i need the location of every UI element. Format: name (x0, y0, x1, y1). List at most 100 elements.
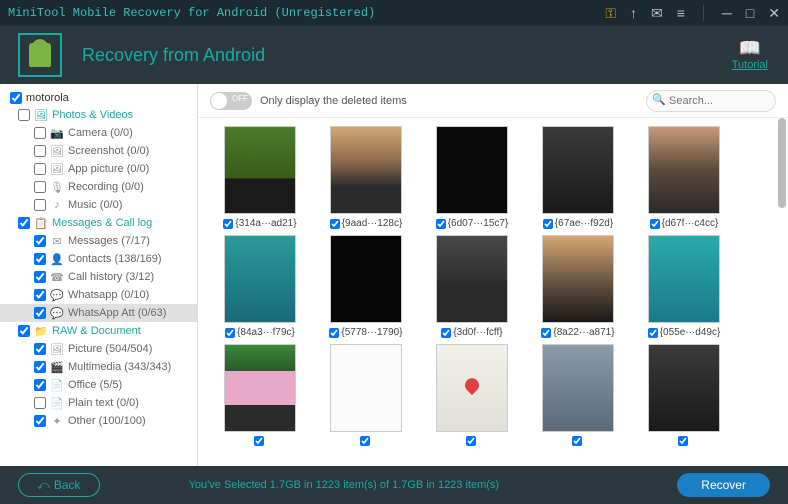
thumbnail-item[interactable]: {314a···ad21} (210, 126, 310, 229)
maximize-icon[interactable]: □ (746, 5, 754, 21)
tree-item[interactable]: 📁RAW & Document (0, 322, 197, 340)
thumbnail-item[interactable] (634, 344, 734, 446)
tree-checkbox[interactable] (34, 307, 46, 319)
thumbnail-image[interactable] (330, 344, 402, 432)
recover-button[interactable]: Recover (677, 473, 770, 497)
thumbnail-image[interactable] (224, 344, 296, 432)
tree-checkbox[interactable] (34, 163, 46, 175)
back-arrow-icon: ⤺ (37, 478, 50, 493)
thumbnail-checkbox[interactable] (441, 328, 451, 338)
tree-checkbox[interactable] (34, 199, 46, 211)
thumbnail-checkbox[interactable] (572, 436, 582, 446)
tree-checkbox[interactable] (10, 92, 22, 104)
tree-checkbox[interactable] (34, 379, 46, 391)
tree-checkbox[interactable] (34, 343, 46, 355)
thumbnail-item[interactable]: {8a22···a871} (528, 235, 628, 338)
tree-item[interactable]: 🖼Picture (504/504) (0, 340, 197, 358)
thumbnail-image[interactable] (542, 344, 614, 432)
tree-item[interactable]: ☎Call history (3/12) (0, 268, 197, 286)
tree-checkbox[interactable] (18, 325, 30, 337)
content: motorola🖼Photos & Videos📷Camera (0/0)🖼Sc… (0, 84, 788, 466)
thumbnail-item[interactable]: {5778···1790} (316, 235, 416, 338)
tree-item[interactable]: 💬Whatsapp (0/10) (0, 286, 197, 304)
tree-checkbox[interactable] (34, 415, 46, 427)
thumbnail-image[interactable] (648, 235, 720, 323)
tree-checkbox[interactable] (18, 217, 30, 229)
thumbnail-item[interactable]: {6d07···15c7} (422, 126, 522, 229)
tree-item[interactable]: 👤Contacts (138/169) (0, 250, 197, 268)
tree-item[interactable]: 🖼App picture (0/0) (0, 160, 197, 178)
thumbnail-checkbox[interactable] (225, 328, 235, 338)
search-input[interactable] (646, 90, 776, 112)
tree-checkbox[interactable] (34, 145, 46, 157)
tree-checkbox[interactable] (34, 181, 46, 193)
tree-checkbox[interactable] (18, 109, 30, 121)
minimize-icon[interactable]: ─ (722, 5, 732, 21)
thumbnail-image[interactable] (224, 235, 296, 323)
thumbnail-checkbox[interactable] (436, 219, 446, 229)
thumbnail-item[interactable]: {055e···d49c} (634, 235, 734, 338)
tree-checkbox[interactable] (34, 397, 46, 409)
thumbnail-item[interactable]: {67ae···f92d} (528, 126, 628, 229)
tree-checkbox[interactable] (34, 127, 46, 139)
tree-item[interactable]: ✦Other (100/100) (0, 412, 197, 430)
thumbnail-checkbox[interactable] (543, 219, 553, 229)
thumbnail-checkbox[interactable] (648, 328, 658, 338)
key-icon[interactable]: ⚿ (605, 5, 616, 22)
tree-item[interactable]: 📋Messages & Call log (0, 214, 197, 232)
back-button[interactable]: ⤺ Back (18, 473, 100, 497)
thumbnail-image[interactable] (648, 344, 720, 432)
tree-checkbox[interactable] (34, 361, 46, 373)
thumbnail-checkbox[interactable] (254, 436, 264, 446)
tree-item[interactable]: 🖼Photos & Videos (0, 106, 197, 124)
thumbnail-item[interactable] (316, 344, 416, 446)
tree-item[interactable]: 🎙Recording (0/0) (0, 178, 197, 196)
tree-checkbox[interactable] (34, 253, 46, 265)
thumbnail-checkbox[interactable] (678, 436, 688, 446)
thumbnail-image[interactable] (542, 235, 614, 323)
thumbnail-image[interactable] (330, 126, 402, 214)
thumbnail-checkbox[interactable] (650, 219, 660, 229)
tree-item[interactable]: 📄Office (5/5) (0, 376, 197, 394)
thumbnail-checkbox[interactable] (223, 219, 233, 229)
thumbnail-image[interactable] (542, 126, 614, 214)
thumbnail-item[interactable] (422, 344, 522, 446)
thumbnail-item[interactable]: {9aad···128c} (316, 126, 416, 229)
thumbnail-image[interactable] (436, 344, 508, 432)
menu-icon[interactable]: ≡ (677, 5, 685, 21)
tree-checkbox[interactable] (34, 271, 46, 283)
thumbnail-item[interactable] (528, 344, 628, 446)
tree-item[interactable]: ✉Messages (7/17) (0, 232, 197, 250)
thumbnail-item[interactable]: {3d0f···fcff} (422, 235, 522, 338)
thumbnail-checkbox[interactable] (329, 328, 339, 338)
thumbnail-image[interactable] (436, 235, 508, 323)
thumbnail-image[interactable] (224, 126, 296, 214)
thumbnail-checkbox[interactable] (466, 436, 476, 446)
deleted-only-toggle[interactable]: OFF (210, 92, 252, 110)
up-arrow-icon[interactable]: ↑ (630, 5, 637, 21)
thumbnail-checkbox[interactable] (360, 436, 370, 446)
tree-item[interactable]: 📄Plain text (0/0) (0, 394, 197, 412)
sidebar-tree[interactable]: motorola🖼Photos & Videos📷Camera (0/0)🖼Sc… (0, 84, 198, 466)
scrollbar-thumb[interactable] (778, 118, 786, 208)
thumbnail-item[interactable]: {d67f···c4cc} (634, 126, 734, 229)
tree-checkbox[interactable] (34, 235, 46, 247)
tree-item[interactable]: 🖼Screenshot (0/0) (0, 142, 197, 160)
thumbnail-checkbox[interactable] (330, 219, 340, 229)
tree-item[interactable]: 📷Camera (0/0) (0, 124, 197, 142)
thumbnail-checkbox[interactable] (541, 328, 551, 338)
thumbnail-image[interactable] (648, 126, 720, 214)
thumbnail-item[interactable] (210, 344, 310, 446)
tutorial-link[interactable]: 📖 Tutorial (732, 38, 768, 71)
tree-item[interactable]: 💬WhatsApp Att (0/63) (0, 304, 197, 322)
close-icon[interactable]: ✕ (768, 5, 780, 22)
thumbnail-image[interactable] (330, 235, 402, 323)
tree-item[interactable]: 🎬Multimedia (343/343) (0, 358, 197, 376)
tree-item[interactable]: motorola (0, 90, 197, 106)
thumbnail-scroll[interactable]: {314a···ad21}{9aad···128c}{6d07···15c7}{… (198, 118, 788, 466)
mail-icon[interactable]: ✉ (651, 5, 663, 22)
tree-checkbox[interactable] (34, 289, 46, 301)
thumbnail-image[interactable] (436, 126, 508, 214)
tree-item[interactable]: ♪Music (0/0) (0, 196, 197, 214)
thumbnail-item[interactable]: {84a3···f79c} (210, 235, 310, 338)
